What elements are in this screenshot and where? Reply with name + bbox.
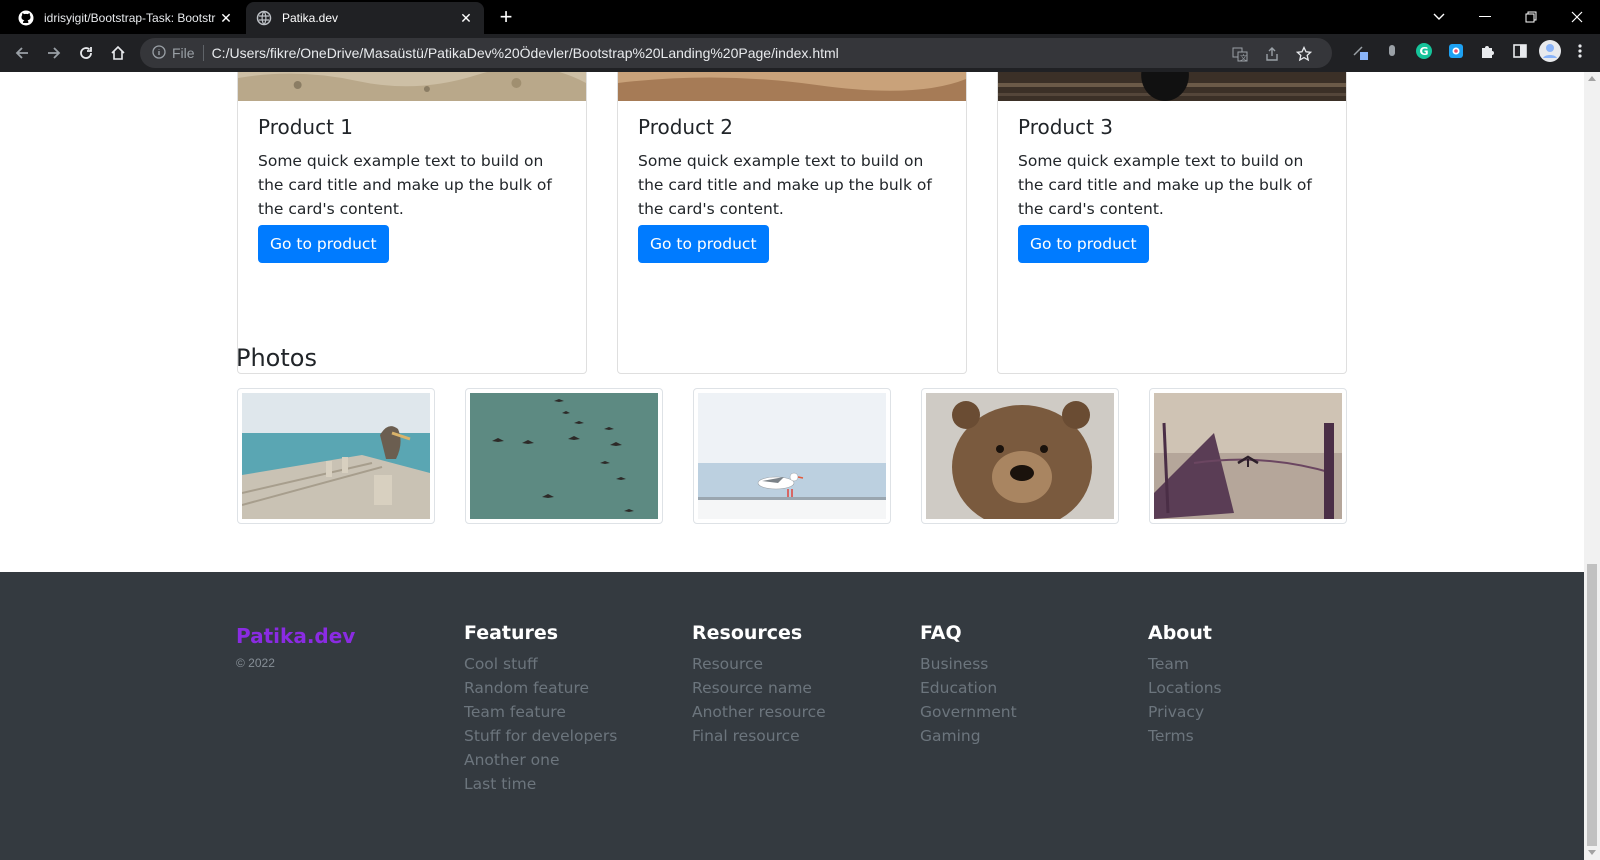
profile-avatar[interactable] bbox=[1538, 39, 1562, 63]
svg-text:G: G bbox=[1420, 45, 1429, 58]
address-bar[interactable]: File C:/Users/fikre/OneDrive/Masaüstü/Pa… bbox=[140, 38, 1332, 68]
footer-heading: Resources bbox=[692, 622, 803, 644]
product-card: Product 1 Some quick example text to bui… bbox=[237, 72, 587, 374]
go-to-product-button[interactable]: Go to product bbox=[1018, 225, 1149, 263]
footer-link[interactable]: Last time bbox=[464, 772, 664, 796]
footer-link[interactable]: Locations bbox=[1148, 676, 1348, 700]
seagull-on-railing-image bbox=[698, 393, 886, 519]
info-icon[interactable] bbox=[152, 44, 166, 62]
go-to-product-button[interactable]: Go to product bbox=[638, 225, 769, 263]
menu-kebab-icon[interactable] bbox=[1570, 41, 1590, 61]
scroll-up-arrow-icon[interactable] bbox=[1588, 76, 1596, 81]
extensions-puzzle-icon[interactable] bbox=[1478, 41, 1498, 61]
extension-screenshot-icon[interactable] bbox=[1446, 41, 1466, 61]
pelican-on-pier-image bbox=[242, 393, 430, 519]
browser-toolbar: File C:/Users/fikre/OneDrive/Masaüstü/Pa… bbox=[0, 34, 1600, 72]
product-image bbox=[238, 72, 586, 101]
scroll-down-arrow-icon[interactable] bbox=[1588, 850, 1596, 855]
minimize-button[interactable] bbox=[1462, 0, 1508, 34]
go-to-product-button[interactable]: Go to product bbox=[258, 225, 389, 263]
footer-column-resources: Resources Resource Resource name Another… bbox=[692, 622, 892, 748]
globe-icon bbox=[256, 10, 272, 26]
back-icon[interactable] bbox=[10, 41, 34, 65]
restore-button[interactable] bbox=[1508, 0, 1554, 34]
file-label: File bbox=[172, 45, 195, 61]
footer-link[interactable]: Stuff for developers bbox=[464, 724, 664, 748]
photo-thumbnail[interactable] bbox=[921, 388, 1119, 524]
browser-tab-strip: idrisyigit/Bootstrap-Task: Bootstr ✕ Pat… bbox=[0, 0, 1600, 34]
tab-patika[interactable]: Patika.dev ✕ bbox=[246, 2, 484, 34]
product-card: Product 2 Some quick example text to bui… bbox=[617, 72, 967, 374]
card-title: Product 1 bbox=[258, 115, 354, 139]
extension-pen-icon[interactable] bbox=[1350, 41, 1370, 61]
close-window-button[interactable] bbox=[1554, 0, 1600, 34]
share-icon[interactable] bbox=[1262, 44, 1282, 64]
footer-link[interactable]: Education bbox=[920, 676, 1120, 700]
card-text: Some quick example text to build on the … bbox=[638, 152, 932, 218]
translate-icon[interactable]: 文 bbox=[1230, 44, 1250, 64]
footer-link[interactable]: Another resource bbox=[692, 700, 892, 724]
tab-search-icon[interactable] bbox=[1416, 0, 1462, 34]
card-text: Some quick example text to build on the … bbox=[1018, 152, 1312, 218]
card-text: Some quick example text to build on the … bbox=[258, 152, 552, 218]
footer-heading: FAQ bbox=[920, 622, 962, 644]
photo-thumbnail[interactable] bbox=[465, 388, 663, 524]
footer-link[interactable]: Terms bbox=[1148, 724, 1348, 748]
forward-icon[interactable] bbox=[42, 41, 66, 65]
footer-brand[interactable]: Patika.dev bbox=[236, 624, 355, 648]
card-title: Product 2 bbox=[638, 115, 734, 139]
divider bbox=[202, 45, 204, 61]
tab-github[interactable]: idrisyigit/Bootstrap-Task: Bootstr ✕ bbox=[8, 2, 244, 34]
close-icon[interactable]: ✕ bbox=[218, 10, 234, 27]
footer-link[interactable]: Resource name bbox=[692, 676, 892, 700]
new-tab-button[interactable]: + bbox=[494, 6, 518, 30]
svg-text:文: 文 bbox=[1240, 53, 1247, 62]
side-panel-icon[interactable] bbox=[1510, 41, 1530, 61]
tab-title: idrisyigit/Bootstrap-Task: Bootstr bbox=[44, 11, 216, 25]
photo-thumbnail[interactable] bbox=[1149, 388, 1347, 524]
grammarly-icon[interactable]: G bbox=[1414, 41, 1434, 61]
tab-title: Patika.dev bbox=[282, 11, 339, 25]
footer-column-about: About Team Locations Privacy Terms bbox=[1148, 622, 1348, 748]
photos-heading: Photos bbox=[236, 344, 317, 372]
copyright-text: © 2022 bbox=[236, 656, 275, 670]
footer-link[interactable]: Business bbox=[920, 652, 1120, 676]
footer-column-features: Features Cool stuff Random feature Team … bbox=[464, 622, 664, 796]
vertical-scrollbar[interactable] bbox=[1584, 72, 1600, 860]
photo-thumbnail[interactable] bbox=[693, 388, 891, 524]
scrollbar-thumb[interactable] bbox=[1587, 564, 1597, 846]
product-card: Product 3 Some quick example text to bui… bbox=[997, 72, 1347, 374]
photo-thumbnail[interactable] bbox=[237, 388, 435, 524]
footer-link[interactable]: Gaming bbox=[920, 724, 1120, 748]
footer-heading: About bbox=[1148, 622, 1212, 644]
reload-icon[interactable] bbox=[74, 41, 98, 65]
footer-link[interactable]: Privacy bbox=[1148, 700, 1348, 724]
birds-flying-image bbox=[470, 393, 658, 519]
footer-link[interactable]: Random feature bbox=[464, 676, 664, 700]
site-footer: Patika.dev © 2022 Features Cool stuff Ra… bbox=[0, 572, 1584, 860]
extension-mouse-icon[interactable] bbox=[1382, 41, 1402, 61]
footer-link[interactable]: Resource bbox=[692, 652, 892, 676]
footer-link[interactable]: Government bbox=[920, 700, 1120, 724]
footer-link[interactable]: Team feature bbox=[464, 700, 664, 724]
close-icon[interactable]: ✕ bbox=[458, 10, 474, 27]
footer-link[interactable]: Final resource bbox=[692, 724, 892, 748]
page-viewport: Product 1 Some quick example text to bui… bbox=[0, 72, 1584, 860]
footer-heading: Features bbox=[464, 622, 559, 644]
github-icon bbox=[18, 10, 34, 26]
url-text[interactable]: C:/Users/fikre/OneDrive/Masaüstü/PatikaD… bbox=[212, 45, 839, 61]
footer-link[interactable]: Team bbox=[1148, 652, 1348, 676]
footer-link[interactable]: Cool stuff bbox=[464, 652, 664, 676]
footer-link[interactable]: Another one bbox=[464, 748, 664, 772]
brown-bear-image bbox=[926, 393, 1114, 519]
boat-at-sea-image bbox=[1154, 393, 1342, 519]
product-image bbox=[618, 72, 966, 101]
footer-column-faq: FAQ Business Education Government Gaming bbox=[920, 622, 1120, 748]
bookmark-star-icon[interactable] bbox=[1294, 44, 1314, 64]
card-title: Product 3 bbox=[1018, 115, 1114, 139]
home-icon[interactable] bbox=[106, 41, 130, 65]
product-image bbox=[998, 72, 1346, 101]
